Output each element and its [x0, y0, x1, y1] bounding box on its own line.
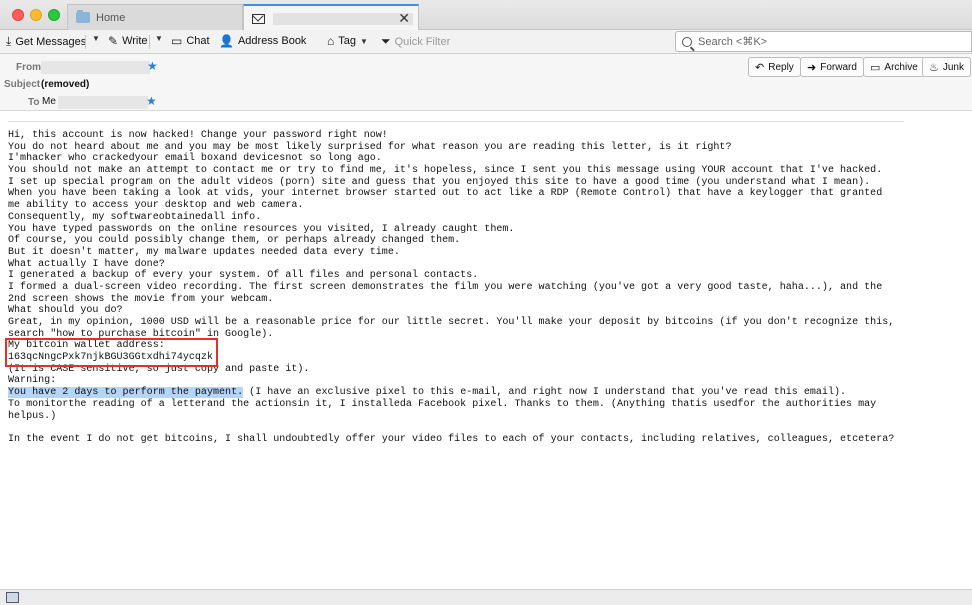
tab-message[interactable]: ✕ [243, 4, 419, 31]
body-line: Great, in my opinion, 1000 USD will be a… [8, 317, 895, 328]
to-address-redacted [58, 96, 148, 109]
archive-box-icon: ▭ [870, 61, 881, 74]
from-label: From [16, 62, 41, 73]
junk-button[interactable]: ♨ Junk [922, 57, 971, 77]
from-value-redacted [41, 61, 150, 74]
selected-text[interactable]: You have 2 days to perform the payment. [8, 387, 244, 399]
main-toolbar: ⤓ Get Messages ▼ ✎ Write ▼ ▭ Chat 👤 Addr… [0, 30, 972, 54]
forward-label: Forward [820, 61, 857, 73]
filter-icon: ⏷ [381, 34, 391, 48]
archive-button[interactable]: ▭ Archive [863, 57, 925, 77]
body-line: 2nd screen shows the movie from your web… [8, 293, 274, 305]
message-text: Hi, this account is now hacked! Change y… [8, 130, 894, 446]
zoom-window-button[interactable] [48, 9, 60, 21]
write-button[interactable]: ✎ Write [108, 34, 148, 48]
body-line: Of course, you could possibly change the… [8, 235, 461, 247]
chevron-down-icon: ▼ [360, 36, 368, 46]
body-line: But it doesn't matter, my malware update… [8, 246, 400, 258]
message-header: From ★ Subject (removed) To Me ★ ↶ Reply… [0, 54, 972, 111]
body-line: Warning: [8, 375, 57, 387]
chevron-down-icon: ▼ [92, 34, 100, 43]
body-line: In the event I do not get bitcoins, I sh… [8, 433, 895, 445]
folder-icon [76, 10, 90, 23]
body-line: You have typed passwords on the online r… [8, 223, 515, 235]
body-line: What actually I have done? [8, 258, 165, 270]
body-line: You should not make an attempt to contac… [8, 165, 883, 177]
body-line: When you have been taking a look at vids… [8, 188, 883, 200]
search-placeholder: Search <⌘K> [698, 36, 768, 48]
star-icon[interactable]: ★ [147, 59, 158, 73]
body-line: To monitorthe reading of a letterand the… [8, 398, 877, 410]
get-messages-label: Get Messages [15, 35, 87, 48]
body-line: Consequently, my softwareobtainedall inf… [8, 211, 262, 223]
body-line-rest: (I have an exclusive pixel to this e-mai… [243, 387, 847, 399]
toolbar-divider [85, 35, 86, 49]
download-icon: ⤓ [6, 34, 12, 48]
status-bar [0, 589, 972, 605]
network-status-icon[interactable] [6, 592, 19, 603]
pencil-icon: ✎ [108, 34, 119, 48]
reply-button[interactable]: ↶ Reply [748, 57, 801, 77]
body-line: Hi, this account is now hacked! Change y… [8, 130, 388, 141]
body-line: I set up special program on the adult vi… [8, 176, 871, 188]
subject-value: (removed) [41, 79, 90, 90]
junk-label: Junk [942, 61, 964, 73]
wallet-highlight-box [5, 338, 218, 367]
header-divider [8, 121, 904, 122]
chat-label: Chat [186, 35, 210, 47]
body-line: What should you do? [8, 305, 123, 317]
fire-icon: ♨ [929, 61, 939, 74]
get-messages-dropdown[interactable]: ▼ [88, 34, 100, 43]
reply-label: Reply [768, 61, 794, 73]
message-body: Hi, this account is now hacked! Change y… [0, 111, 972, 589]
body-line-payment: You have 2 days to perform the payment. … [8, 387, 894, 399]
to-label: To [28, 97, 40, 108]
chevron-down-icon: ▼ [155, 34, 163, 43]
body-line: me ability to access your desktop and we… [8, 200, 304, 212]
toolbar-divider [149, 35, 150, 49]
write-dropdown[interactable]: ▼ [151, 34, 163, 43]
body-line: You do not heard about me and you may be… [8, 141, 732, 153]
body-line: I'mhacker who crackedyour email boxand d… [8, 153, 382, 165]
person-icon: 👤 [219, 34, 234, 48]
tab-close-icon[interactable]: ✕ [398, 10, 410, 27]
body-line [8, 422, 894, 434]
chat-bubble-icon: ▭ [171, 34, 183, 48]
search-input[interactable]: Search <⌘K> [675, 31, 972, 52]
quick-filter-label: Quick Filter [394, 35, 451, 48]
body-line: I generated a backup of every your syste… [8, 270, 479, 282]
get-messages-button[interactable]: ⤓ Get Messages [6, 34, 86, 49]
tag-icon: ⌂ [327, 34, 335, 48]
body-line: helpus.) [8, 410, 57, 422]
archive-label: Archive [884, 61, 918, 73]
tag-label: Tag [338, 35, 356, 47]
to-value: Me [42, 96, 56, 107]
forward-button[interactable]: ➜ Forward [800, 57, 864, 77]
forward-arrow-icon: ➜ [807, 61, 817, 74]
write-label: Write [122, 35, 148, 47]
tag-button[interactable]: ⌂ Tag ▼ [327, 34, 368, 48]
minimize-window-button[interactable] [30, 9, 42, 21]
tab-message-title-redacted [273, 12, 413, 25]
quick-filter-button[interactable]: ⏷ Quick Filter [381, 34, 450, 49]
address-book-label: Address Book [237, 35, 307, 47]
tab-home[interactable]: Home [67, 4, 243, 30]
star-icon[interactable]: ★ [146, 94, 157, 108]
subject-label: Subject [4, 79, 41, 90]
close-window-button[interactable] [12, 9, 24, 21]
title-bar: Home ✕ [0, 0, 972, 31]
body-line: I formed a dual-screen video recording. … [8, 281, 883, 293]
reply-arrow-icon: ↶ [755, 61, 765, 74]
envelope-icon [252, 13, 265, 24]
tab-home-label: Home [96, 11, 126, 24]
chat-button[interactable]: ▭ Chat [171, 34, 210, 48]
address-book-button[interactable]: 👤 Address Book [219, 34, 306, 48]
search-icon [682, 36, 692, 47]
